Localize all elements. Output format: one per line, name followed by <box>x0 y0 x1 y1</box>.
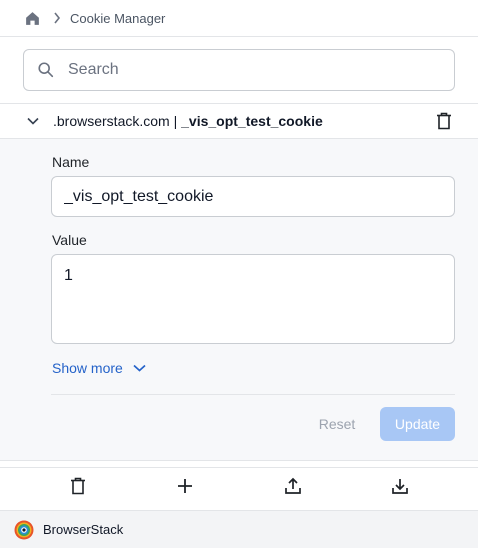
show-more-toggle[interactable]: Show more <box>52 360 146 376</box>
download-icon[interactable] <box>388 474 412 498</box>
plus-icon[interactable] <box>173 474 197 498</box>
divider <box>51 394 455 395</box>
footer: BrowserStack <box>0 510 478 548</box>
cookie-row-header[interactable]: .browserstack.com | _vis_opt_test_cookie <box>0 103 478 139</box>
search-input[interactable] <box>68 61 428 79</box>
cookie-title: .browserstack.com | _vis_opt_test_cookie <box>53 113 323 129</box>
brand-name: BrowserStack <box>43 522 124 537</box>
cookie-edit-panel: Name Value 1 Show more Reset Update <box>0 139 478 461</box>
cookie-domain: .browserstack.com | <box>53 113 178 129</box>
chevron-right-icon <box>53 12 61 24</box>
show-more-label: Show more <box>52 360 123 376</box>
name-label: Name <box>52 154 90 170</box>
value-field[interactable]: 1 <box>51 254 455 344</box>
breadcrumb-current: Cookie Manager <box>70 10 166 26</box>
chevron-down-icon[interactable] <box>27 117 39 125</box>
home-icon[interactable] <box>24 10 41 27</box>
bottom-toolbar <box>0 467 478 503</box>
browserstack-logo-icon <box>14 520 34 540</box>
update-button[interactable]: Update <box>380 407 455 441</box>
upload-icon[interactable] <box>281 474 305 498</box>
search-icon <box>37 61 55 79</box>
reset-button[interactable]: Reset <box>310 407 364 441</box>
cookie-name: _vis_opt_test_cookie <box>181 113 323 129</box>
breadcrumb: Cookie Manager <box>0 0 478 37</box>
name-field[interactable] <box>51 176 455 217</box>
value-label: Value <box>52 232 87 248</box>
search-box[interactable] <box>23 49 455 91</box>
trash-icon[interactable] <box>436 112 452 133</box>
chevron-down-icon <box>133 364 146 372</box>
trash-icon[interactable] <box>66 474 90 498</box>
